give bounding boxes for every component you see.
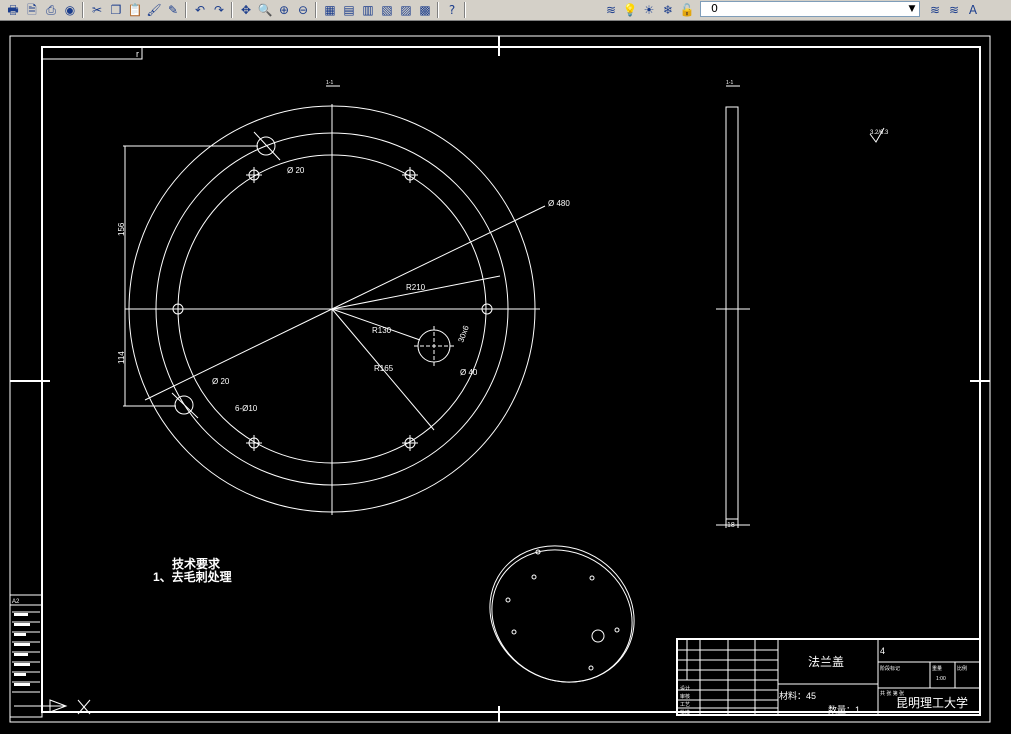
approve-label: 批准 (680, 709, 690, 716)
match-properties-icon[interactable]: 🖌 (145, 1, 163, 19)
inner-frame (41, 46, 981, 713)
properties-icon[interactable]: ▦ (321, 1, 339, 19)
outer-frame (9, 35, 991, 723)
text-style-icon[interactable]: A (964, 1, 982, 19)
publish-icon[interactable]: ⎙ (42, 1, 60, 19)
freeze-icon[interactable]: ❄ (659, 1, 677, 19)
toolbar-separator (315, 2, 317, 18)
sun-icon[interactable]: ☀ (640, 1, 658, 19)
frame-tag-box (41, 46, 143, 60)
toolbar-separator (464, 2, 466, 18)
design-center-icon[interactable]: ▤ (340, 1, 358, 19)
layer-dropdown[interactable]: 0 ▼ (700, 1, 920, 17)
part-name: 法兰盖 (808, 655, 844, 669)
toolbar-separator (231, 2, 233, 18)
side-view (725, 106, 739, 520)
stage-label: 阶段标记 (880, 665, 900, 672)
dim-6-holes: 6-Ø10 (235, 404, 258, 413)
chevron-down-icon[interactable]: ▼ (905, 2, 919, 16)
layer-previous-icon[interactable]: ≋ (945, 1, 963, 19)
section-label-side: 1-1 (726, 80, 733, 86)
weight-label: 重量 (932, 665, 942, 672)
paste-icon[interactable]: 📋 (126, 1, 144, 19)
material-text: 材料：45 (779, 690, 816, 701)
zoom-realtime-icon[interactable]: 🔍 (256, 1, 274, 19)
university-name: 昆明理工大学 (896, 695, 968, 710)
dim-30x6: 30x6 (456, 324, 471, 344)
design-label: 设计 (680, 685, 690, 692)
dim-dia-20-bottom: Ø 20 (212, 377, 230, 386)
toolbar-separator (437, 2, 439, 18)
zoom-window-icon[interactable]: ⊕ (275, 1, 293, 19)
dim-dia-20-top: Ø 20 (287, 166, 305, 175)
check-label: 审核 (680, 693, 690, 700)
pan-icon[interactable]: ✥ (237, 1, 255, 19)
frame-tag: r (136, 49, 139, 59)
roughness-note: 3.2/6.3 (870, 130, 889, 136)
zoom-previous-icon[interactable]: ⊖ (294, 1, 312, 19)
scale-label: 比例 (957, 665, 967, 672)
side-table-label: A2 (12, 599, 20, 605)
notes-line1: 1、去毛刺处理 (153, 569, 232, 584)
dim-156: 156 (117, 222, 126, 236)
toolbar-separator (185, 2, 187, 18)
undo-icon[interactable]: ↶ (191, 1, 209, 19)
markup-icon[interactable]: ▨ (397, 1, 415, 19)
redo-icon[interactable]: ↷ (210, 1, 228, 19)
layer-value: 0 (711, 2, 718, 15)
scale-value: 1:00 (936, 676, 946, 682)
layer-manager-icon[interactable]: ≋ (602, 1, 620, 19)
sheet-set-icon[interactable]: ▧ (378, 1, 396, 19)
3d-dwf-icon[interactable]: ◉ (61, 1, 79, 19)
quickcalc-icon[interactable]: ▩ (416, 1, 434, 19)
dim-r130: R130 (372, 326, 392, 335)
block-editor-icon[interactable]: ✎ (164, 1, 182, 19)
notes-title: 技术要求 (172, 556, 221, 571)
plot-icon[interactable]: 🖶 (4, 1, 22, 19)
sheet-count-label: 共 张 第 张 (880, 690, 904, 697)
cut-icon[interactable]: ✂ (88, 1, 106, 19)
dim-114: 114 (117, 351, 126, 364)
dim-dia-480: Ø 480 (548, 199, 570, 208)
make-layer-current-icon[interactable]: ≋ (926, 1, 944, 19)
help-icon[interactable]: ? (443, 1, 461, 19)
dim-r165: R165 (374, 364, 394, 373)
drawing-canvas[interactable]: r Ø 20 Ø 480 R210 156 114 R130 30x6 R165… (0, 20, 1011, 734)
isometric-view (489, 545, 635, 683)
toolbar-separator (82, 2, 84, 18)
bulb-on-icon[interactable]: 💡 (621, 1, 639, 19)
quantity-text: 数量：1 (828, 704, 860, 715)
plot-preview-icon[interactable]: 🗎 (23, 1, 41, 19)
dim-dia-40: Ø 40 (460, 368, 478, 377)
lock-icon[interactable]: 🔓 (678, 1, 696, 19)
tool-palettes-icon[interactable]: ▥ (359, 1, 377, 19)
sheet-number: 4 (880, 646, 885, 656)
process-label: 工艺 (680, 702, 690, 708)
section-label-front: 1-1 (326, 80, 333, 86)
dim-r210: R210 (406, 283, 426, 292)
dim-18: 18 (727, 522, 735, 529)
standard-toolbar: 🖶🗎⎙◉✂❐📋🖌✎↶↷✥🔍⊕⊖▦▤▥▧▨▩?≋💡☀❄🔓□0▼≋≋A (0, 0, 1011, 21)
copy-icon[interactable]: ❐ (107, 1, 125, 19)
